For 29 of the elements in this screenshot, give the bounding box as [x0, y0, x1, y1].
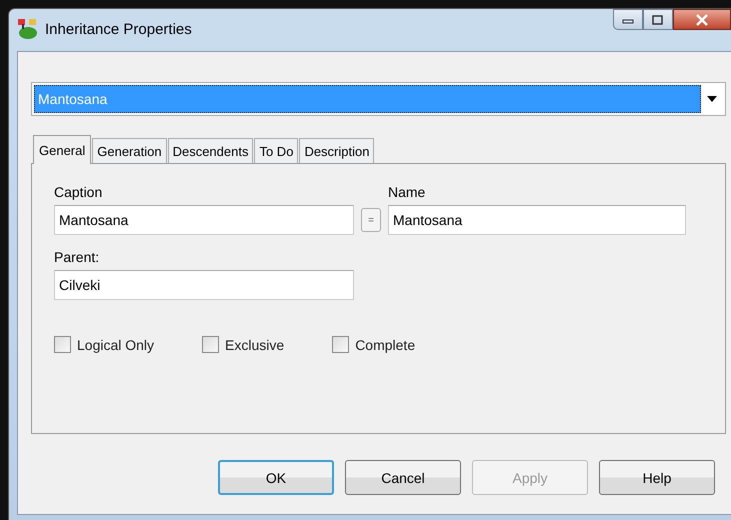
maximize-button[interactable] — [643, 9, 673, 30]
tab[interactable]: Descendents — [168, 138, 254, 163]
name-label: Name — [388, 184, 426, 200]
checkbox[interactable] — [54, 336, 71, 353]
parent-label: Parent: — [54, 249, 100, 265]
window-title: Inheritance Properties — [45, 20, 192, 38]
name-field[interactable]: Mantosana — [388, 205, 686, 235]
dialog-button[interactable]: Help — [599, 460, 715, 495]
tab[interactable]: Generation — [92, 138, 167, 163]
checkbox[interactable] — [202, 336, 220, 353]
caption-field[interactable]: Mantosana — [54, 205, 354, 235]
copy-button[interactable]: = — [361, 208, 381, 232]
checkbox-label: Logical Only — [77, 336, 154, 352]
maximize-icon — [652, 14, 664, 24]
close-icon — [695, 14, 709, 26]
checkbox-label: Exclusive — [225, 336, 284, 352]
tab[interactable]: Description — [299, 138, 374, 163]
dropdown-arrow-icon — [707, 96, 717, 102]
close-button[interactable] — [673, 9, 731, 30]
tab[interactable]: To Do — [254, 138, 298, 163]
checkbox[interactable] — [332, 336, 350, 353]
checkbox-label: Complete — [355, 336, 416, 352]
tab[interactable]: General — [33, 135, 92, 164]
minimize-button[interactable] — [613, 9, 643, 30]
dialog-button[interactable]: Cancel — [345, 460, 461, 495]
parent-field[interactable]: Cilveki — [54, 270, 354, 300]
dialog-button[interactable]: OK — [218, 460, 334, 495]
app-icon — [17, 18, 39, 40]
caption-label: Caption — [54, 184, 104, 200]
